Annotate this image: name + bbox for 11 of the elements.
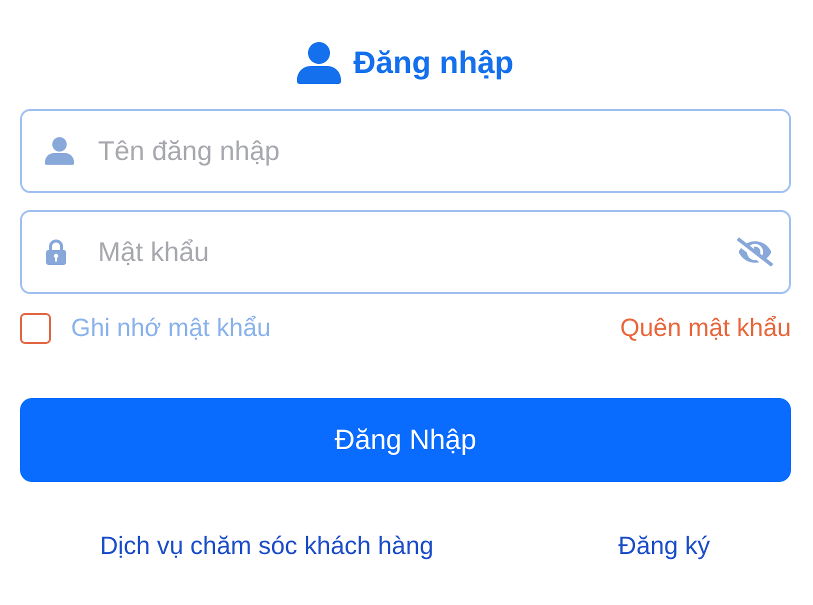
- password-field[interactable]: Mật khẩu: [20, 210, 791, 294]
- user-icon: [45, 137, 74, 165]
- login-button[interactable]: Đăng Nhập: [20, 398, 791, 482]
- username-field[interactable]: Tên đăng nhập: [20, 109, 791, 193]
- register-link[interactable]: Đăng ký: [618, 532, 710, 561]
- lock-icon: [45, 239, 68, 265]
- page-title: Đăng nhập: [353, 45, 514, 81]
- checkbox[interactable]: [20, 312, 51, 344]
- remember-label: Ghi nhớ mật khẩu: [71, 314, 271, 342]
- user-icon: [297, 42, 342, 84]
- customer-service-link[interactable]: Dịch vụ chăm sóc khách hàng: [100, 532, 434, 561]
